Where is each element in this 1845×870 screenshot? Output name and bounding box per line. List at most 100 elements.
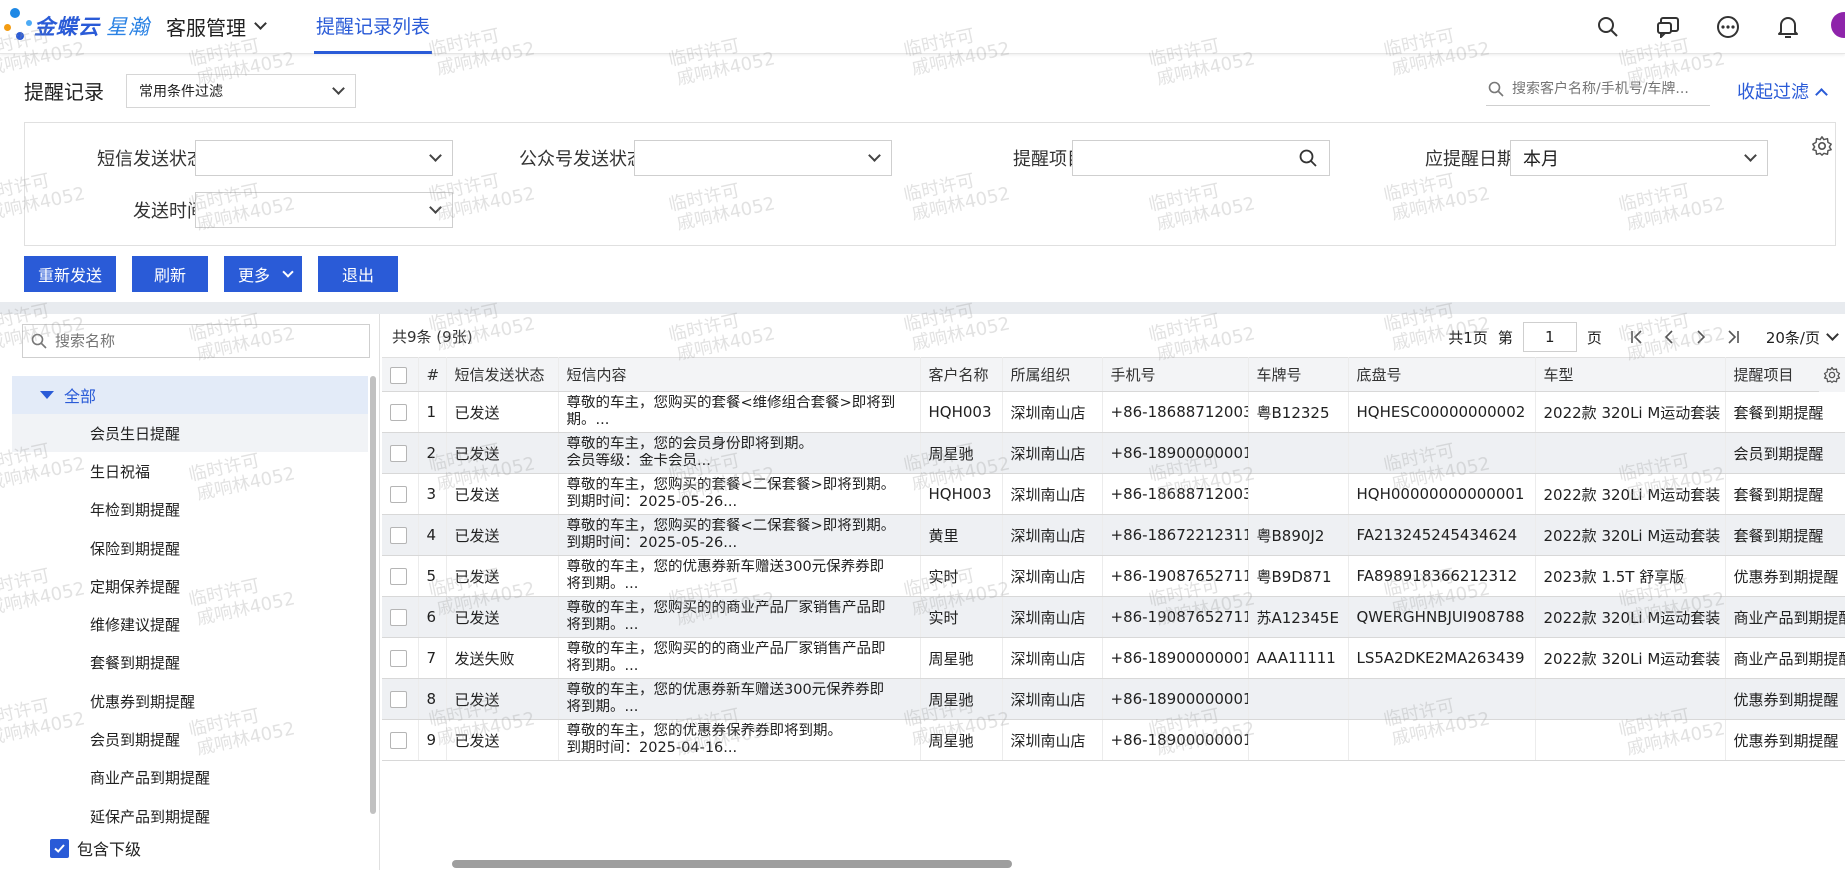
sms-content-line: 将到期。... <box>566 658 639 674</box>
wechat-status-select[interactable] <box>634 140 892 176</box>
row-checkbox[interactable] <box>390 691 407 708</box>
search-icon[interactable] <box>1591 10 1625 44</box>
tree-item[interactable]: 套餐到期提醒 <box>12 644 368 682</box>
page-number-input[interactable]: 1 <box>1522 322 1577 352</box>
cell-model <box>1535 432 1726 474</box>
table-row[interactable]: 4 已发送 尊敬的车主，您购买的套餐<二保套餐>即将到期。 到期时间：2025-05-… <box>382 514 1845 556</box>
column-header[interactable]: 所属组织 <box>1002 357 1103 392</box>
resend-button[interactable]: 重新发送 <box>24 256 117 292</box>
table-header-row: # 短信发送状态 短信内容 客户名称 所属组织 手机号 车牌号 底盘号 车型 提… <box>382 357 1845 392</box>
refresh-button[interactable]: 刷新 <box>132 256 209 292</box>
more-icon[interactable] <box>1711 10 1745 44</box>
row-checkbox[interactable] <box>390 445 407 462</box>
column-header[interactable]: 底盘号 <box>1348 357 1536 392</box>
tree-item[interactable]: 保险到期提醒 <box>12 529 368 567</box>
column-settings-icon[interactable] <box>1819 358 1845 392</box>
last-page-icon[interactable] <box>1722 326 1744 348</box>
avatar[interactable] <box>1831 12 1845 38</box>
filter-scheme-dropdown[interactable]: 常用条件过滤 <box>126 74 356 108</box>
column-header[interactable]: 短信内容 <box>558 357 921 392</box>
row-checkbox[interactable] <box>390 568 407 585</box>
row-select-cell[interactable] <box>382 473 419 515</box>
table-row[interactable]: 9 已发送 尊敬的车主，您的优惠券保养券即将到期。 到期时间：2025-04-16..… <box>382 719 1845 761</box>
row-select-cell[interactable] <box>382 719 419 761</box>
cell-vin: FA898918366212312 <box>1348 555 1536 597</box>
record-count: 共9条 (9张) <box>392 328 473 346</box>
column-header[interactable]: # <box>418 357 447 392</box>
sms-content-line: 尊敬的车主，您的优惠券保养券即将到期。 <box>566 723 843 739</box>
sms-status-select[interactable] <box>195 140 453 176</box>
column-header[interactable]: 客户名称 <box>920 357 1003 392</box>
due-date-select[interactable]: 本月 <box>1510 140 1768 176</box>
column-header[interactable]: 短信发送状态 <box>446 357 559 392</box>
select-all-cell[interactable] <box>382 357 419 392</box>
more-button[interactable]: 更多 <box>224 256 303 292</box>
row-select-cell[interactable] <box>382 391 419 433</box>
caret-down-icon[interactable] <box>40 391 54 399</box>
message-icon[interactable] <box>1651 10 1685 44</box>
row-select-cell[interactable] <box>382 678 419 720</box>
row-select-cell[interactable] <box>382 596 419 638</box>
next-page-icon[interactable] <box>1690 326 1712 348</box>
tree-item[interactable]: 生日祝福 <box>12 452 368 490</box>
tree-root-all[interactable]: 全部 <box>12 376 368 414</box>
tree-item[interactable]: 年检到期提醒 <box>12 491 368 529</box>
cell-phone: +86-18900000001 <box>1102 719 1249 761</box>
tree-item[interactable]: 会员生日提醒 <box>12 414 368 453</box>
row-select-cell[interactable] <box>382 432 419 474</box>
sms-content-line: 将到期。... <box>566 699 639 715</box>
row-checkbox[interactable] <box>390 404 407 421</box>
row-checkbox[interactable] <box>390 650 407 667</box>
collapse-filter-button[interactable]: 收起过滤 <box>1737 78 1828 104</box>
tree-item[interactable]: 维修建议提醒 <box>12 605 368 643</box>
search-icon[interactable] <box>1299 149 1317 167</box>
tree-item[interactable]: 商业产品到期提醒 <box>12 759 368 797</box>
include-sub-checkbox[interactable]: 包含下级 <box>50 836 141 860</box>
row-select-cell[interactable] <box>382 637 419 679</box>
row-select-cell[interactable] <box>382 514 419 556</box>
tab-reminder-record-list[interactable]: 提醒记录列表 <box>314 0 433 54</box>
page-size-select[interactable]: 20条/页 <box>1765 327 1839 348</box>
table-row[interactable]: 5 已发送 尊敬的车主，您的优惠券新车赠送300元保养券即 将到期。... 实时 深圳南山… <box>382 555 1845 597</box>
exit-button[interactable]: 退出 <box>318 256 399 292</box>
tree-item[interactable]: 优惠券到期提醒 <box>12 682 368 720</box>
table-row[interactable]: 7 发送失败 尊敬的车主，您购买的的商业产品厂家销售产品即 将到期。... 周星驰 深圳南… <box>382 637 1845 679</box>
table-row[interactable]: 2 已发送 尊敬的车主，您的会员身份即将到期。 会员等级：金卡会员... 周星驰 深圳南山… <box>382 432 1845 474</box>
horizontal-scrollbar[interactable] <box>452 860 1012 868</box>
cell-status: 已发送 <box>446 678 559 720</box>
table-row[interactable]: 8 已发送 尊敬的车主，您的优惠券新车赠送300元保养券即 将到期。... 周星驰 深圳南… <box>382 678 1845 720</box>
app-menu-dropdown[interactable]: 客服管理 <box>166 11 267 41</box>
table-row[interactable]: 1 已发送 尊敬的车主，您购买的套餐<维修组合套餐>即将到 期。... HQH003 深圳… <box>382 391 1845 433</box>
checkbox-checked-icon[interactable] <box>50 838 69 858</box>
prev-page-icon[interactable] <box>1658 326 1680 348</box>
row-checkbox[interactable] <box>390 732 407 749</box>
column-header[interactable]: 车型 <box>1535 357 1726 392</box>
tree-item[interactable]: 定期保养提醒 <box>12 567 368 605</box>
select-all-checkbox[interactable] <box>390 366 407 384</box>
page-size-value: 20条/页 <box>1765 328 1820 347</box>
gear-icon[interactable] <box>1811 135 1833 161</box>
customer-search-input[interactable] <box>1512 80 1708 97</box>
row-checkbox[interactable] <box>390 527 407 544</box>
column-header[interactable]: 车牌号 <box>1248 357 1349 392</box>
sms-content-line: 期。... <box>566 412 610 428</box>
tree-item[interactable]: 延保产品到期提醒 <box>12 797 368 835</box>
tree-search-input[interactable] <box>55 332 355 350</box>
reminder-item-label: 提醒项目 <box>1013 149 1085 170</box>
row-checkbox[interactable] <box>390 486 407 503</box>
brand-logo[interactable]: 金蝶云 星瀚 <box>4 6 150 46</box>
sms-content-line: 尊敬的车主，您购买的的商业产品厂家销售产品即 <box>566 600 886 616</box>
sms-content-line: 尊敬的车主，您购买的套餐<二保套餐>即将到期。 <box>566 477 896 493</box>
table-row[interactable]: 3 已发送 尊敬的车主，您购买的套餐<二保套餐>即将到期。 到期时间：2025-05-… <box>382 473 1845 515</box>
row-select-cell[interactable] <box>382 555 419 597</box>
send-time-select[interactable] <box>195 192 453 228</box>
table-row[interactable]: 6 已发送 尊敬的车主，您购买的的商业产品厂家销售产品即 将到期。... 实时 深圳南山店… <box>382 596 1845 638</box>
tree-item[interactable]: 会员到期提醒 <box>12 720 368 758</box>
column-header[interactable]: 手机号 <box>1102 357 1249 392</box>
tree-scrollbar[interactable] <box>370 376 376 814</box>
cell-model <box>1535 719 1726 761</box>
bell-icon[interactable] <box>1771 10 1805 44</box>
row-checkbox[interactable] <box>390 609 407 626</box>
first-page-icon[interactable] <box>1626 326 1648 348</box>
reminder-item-field[interactable] <box>1072 140 1330 176</box>
